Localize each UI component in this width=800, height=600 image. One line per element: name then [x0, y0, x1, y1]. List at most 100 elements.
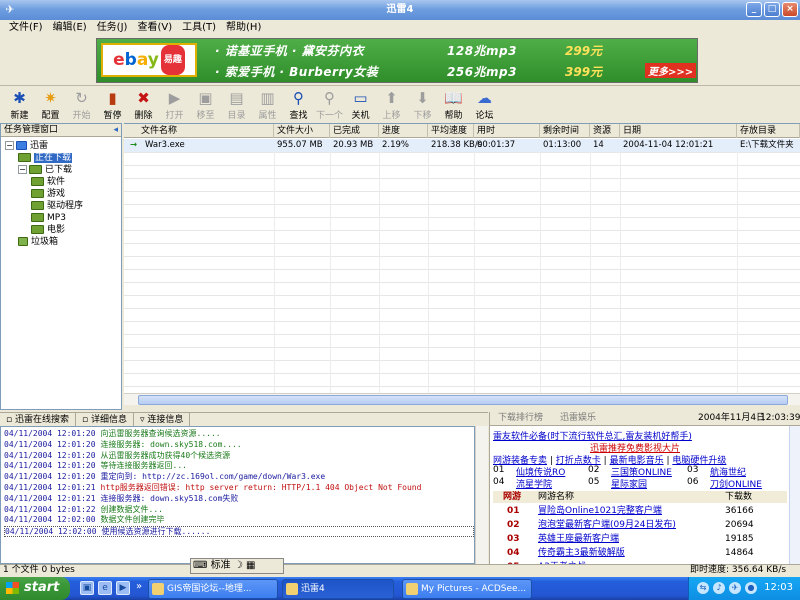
maximize-button[interactable]: □: [764, 2, 780, 17]
log-message: 重定向到: http://zc.169ol.com/game/down/War3…: [100, 472, 326, 482]
task-gis-forum[interactable]: GIS帝国论坛--地理...: [148, 579, 278, 599]
tree-node[interactable]: 软件: [31, 176, 65, 188]
rank-row[interactable]: 02 泡泡堂最新客户端(09月24日发布) 20694: [493, 519, 787, 532]
column-header[interactable]: 进度: [379, 124, 428, 138]
game-link[interactable]: 流星学院: [516, 477, 552, 490]
menu-edit[interactable]: 编辑(E): [48, 20, 92, 36]
ad-more-link[interactable]: 更多>>>: [645, 63, 697, 78]
rank-row[interactable]: 01 冒险岛Online1021完整客户端 36166: [493, 505, 787, 518]
ime-moon-icon[interactable]: ☽: [234, 560, 243, 571]
log-scrollbar[interactable]: [475, 426, 488, 564]
app-icon: ✈: [5, 3, 15, 16]
tree-node[interactable]: − 已下载: [18, 164, 72, 176]
toolbar-button-11[interactable]: ▭ 关机: [345, 87, 376, 121]
scroll-thumb[interactable]: [138, 395, 788, 405]
quicklaunch-media-icon[interactable]: ▶: [116, 581, 130, 595]
tray-volume-icon[interactable]: ♪: [713, 582, 725, 594]
rank-game-name[interactable]: 传奇霸主3最新破解版: [538, 547, 625, 560]
table-row[interactable]: → War3.exe 955.07 MB 20.93 MB 2.19% 218.38 KB…: [124, 139, 800, 152]
clock: 12:03: [764, 582, 793, 593]
log-message: 从迅雷服务器成功获得40个候选资源: [100, 450, 231, 460]
tree-node[interactable]: − 迅雷: [5, 140, 48, 152]
pause-icon: ▮: [108, 89, 117, 107]
log-time: 04/11/2004 12:01:20: [4, 450, 96, 460]
folder-icon: ▤: [229, 89, 244, 107]
column-header[interactable]: 资源: [590, 124, 620, 138]
rank-number: 02: [507, 520, 520, 530]
game-link[interactable]: 星际家园: [611, 477, 647, 490]
rank-game-name[interactable]: 泡泡堂最新客户端(09月24日发布): [538, 519, 676, 532]
column-header[interactable]: 平均速度: [428, 124, 474, 138]
folder-icon: [31, 189, 44, 198]
expander-icon[interactable]: −: [18, 165, 27, 174]
expander-icon[interactable]: −: [5, 141, 14, 150]
quicklaunch-desktop-icon[interactable]: ▣: [80, 581, 94, 595]
ad-banner[interactable]: ebay 易趣 · 诺基亚手机 · 黛安芬内衣 128兆mp3 299元 · 索爱…: [96, 38, 698, 83]
toolbar-button-14[interactable]: 📖 帮助: [438, 87, 469, 121]
toolbar-button-9[interactable]: ⚲ 查找: [283, 87, 314, 121]
toolbar-button-3[interactable]: ▮ 暂停: [97, 87, 128, 121]
download-table: 文件名称 文件大小 已完成 进度 平均速度 用时 剩余时间 资源 日期 存放目录 → War3.ex…: [124, 123, 800, 403]
log-message: 使用候选资源进行下载......: [101, 527, 211, 537]
tree-node[interactable]: MP3: [31, 212, 66, 224]
tab-connection[interactable]: ▿ 连接信息: [134, 413, 191, 426]
ranking-scrollbar[interactable]: [789, 426, 800, 564]
column-header[interactable]: 文件名称: [138, 124, 274, 138]
toolbar-button-4[interactable]: ✖ 删除: [128, 87, 159, 121]
toolbar-button-15[interactable]: ☁ 论坛: [469, 87, 500, 121]
tree-node[interactable]: 电影: [31, 224, 65, 236]
task-xunlei[interactable]: 迅雷4: [282, 579, 394, 599]
rank-game-name[interactable]: 英雄王座最新客户端: [538, 533, 619, 546]
ime-keyboard-icon[interactable]: ▦: [246, 560, 255, 571]
horizontal-scrollbar[interactable]: [124, 393, 800, 405]
tree-node[interactable]: 驱动程序: [31, 200, 83, 212]
toolbar-button-2: ↻ 开始: [66, 87, 97, 121]
rank-game-name[interactable]: 冒险岛Online1021完整客户端: [538, 505, 662, 518]
tab-details[interactable]: ▫ 详细信息: [76, 413, 134, 426]
menu-file[interactable]: 文件(F): [4, 20, 48, 36]
folder-icon: [16, 141, 27, 150]
column-header[interactable]: 日期: [620, 124, 737, 138]
xunlei-icon: [286, 583, 298, 595]
tree-node[interactable]: 正在下载: [18, 152, 73, 164]
tray-xunlei-icon[interactable]: ✈: [729, 582, 741, 594]
rank-row[interactable]: 04 传奇霸主3最新破解版 14864: [493, 547, 787, 560]
menu-view[interactable]: 查看(V): [132, 20, 177, 36]
toolbar-label: 配置: [41, 111, 60, 121]
tab-entertainment[interactable]: 迅雷娱乐: [556, 412, 600, 425]
quicklaunch-more-icon[interactable]: »: [136, 581, 142, 592]
rank-row[interactable]: 03 英雄王座最新客户端 19185: [493, 533, 787, 546]
start-button[interactable]: start: [0, 577, 70, 600]
ime-toolbar[interactable]: ⌨ 标准 ☽ ▦: [190, 558, 284, 574]
column-header[interactable]: 已完成: [330, 124, 379, 138]
task-acdsee[interactable]: My Pictures - ACDSee...: [402, 579, 532, 599]
log-line: 04/11/2004 12:02:00 数据文件创建完毕: [4, 515, 165, 526]
toolbar-button-0[interactable]: ✱ 新建: [4, 87, 35, 121]
menu-tools[interactable]: 工具(T): [177, 20, 221, 36]
tree-node-label: MP3: [47, 213, 66, 223]
start-icon: ↻: [75, 89, 88, 107]
tray-security-icon[interactable]: ●: [745, 582, 757, 594]
tree-node[interactable]: 垃圾箱: [18, 236, 58, 248]
menu-help[interactable]: 帮助(H): [221, 20, 266, 36]
toolbar-button-1[interactable]: ✷ 配置: [35, 87, 66, 121]
column-header[interactable]: 文件大小: [274, 124, 330, 138]
tab-download-ranking[interactable]: 下载排行榜: [494, 412, 547, 425]
column-header[interactable]: 剩余时间: [540, 124, 590, 138]
column-header[interactable]: 用时: [474, 124, 540, 138]
ime-mode[interactable]: 标准: [211, 560, 231, 571]
pane-collapse-icon[interactable]: ◂: [113, 124, 118, 136]
tree-node[interactable]: 游戏: [31, 188, 65, 200]
close-button[interactable]: ×: [782, 2, 798, 17]
column-header[interactable]: 存放目录: [737, 124, 800, 138]
quicklaunch-ie-icon[interactable]: e: [98, 581, 112, 595]
game-link[interactable]: 刀剑ONLINE: [710, 477, 762, 490]
tab-online-search[interactable]: ▫ 迅雷在线搜索: [0, 413, 76, 426]
ad-line-2: · 索爱手机 · Burberry女装: [215, 65, 379, 79]
menu-task[interactable]: 任务(J): [92, 20, 133, 36]
minimize-button[interactable]: _: [746, 2, 762, 17]
tray-network-icon[interactable]: ⇆: [697, 582, 709, 594]
table-cell: War3.exe: [145, 140, 185, 150]
ranking-tabs: 下载排行榜 迅雷娱乐 2004年11月4日 12:03:39: [490, 412, 800, 426]
task-tree-title: 任务管理窗口: [4, 125, 59, 135]
